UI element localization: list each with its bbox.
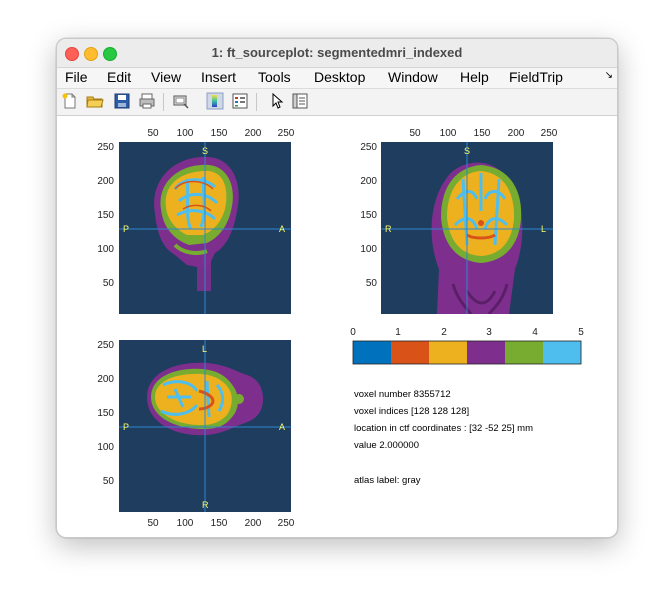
axial-ytick: 100 (97, 442, 114, 453)
sagittal-ytick: 100 (97, 244, 114, 255)
axial-xtick: 250 (278, 518, 295, 529)
colorbar-tick: 5 (578, 327, 584, 338)
sagittal-label-right: A (279, 224, 285, 234)
sagittal-ytick: 200 (97, 176, 114, 187)
axial-slice-axes[interactable]: L R P A 50 100 150 200 250 250 200 150 1… (97, 340, 295, 529)
coronal-ytick: 200 (360, 176, 377, 187)
sagittal-xtick: 50 (147, 128, 159, 139)
coronal-slice-axes[interactable]: S R L 50 100 150 200 250 250 200 150 100… (360, 128, 558, 314)
axial-label-top: L (202, 344, 207, 354)
sagittal-xtick: 200 (245, 128, 262, 139)
colorbar[interactable]: 0 1 2 3 4 5 (350, 327, 584, 365)
coronal-brain-image (431, 162, 523, 314)
coronal-ytick: 250 (360, 142, 377, 153)
axial-label-left: P (123, 422, 129, 432)
axial-xtick: 50 (147, 518, 159, 529)
coronal-ytick: 50 (366, 278, 378, 289)
colorbar-swatch (353, 341, 392, 364)
axial-label-bottom: R (202, 500, 209, 510)
colorbar-tick: 0 (350, 327, 356, 338)
figure-window: 1: ft_sourceplot: segmentedmri_indexed F… (56, 38, 618, 538)
coronal-ytick: 100 (360, 244, 377, 255)
colorbar-swatches (353, 341, 582, 364)
colorbar-tick: 1 (395, 327, 401, 338)
sagittal-ytick: 50 (103, 278, 115, 289)
voxel-indices-text: voxel indices [128 128 128] (354, 406, 470, 417)
sagittal-slice-axes[interactable]: S P A 50 100 150 200 250 250 200 150 100… (97, 128, 295, 314)
axial-xtick: 100 (177, 518, 194, 529)
axial-xtick: 150 (211, 518, 228, 529)
atlas-label-text: atlas label: gray (354, 475, 421, 486)
sagittal-ytick: 150 (97, 210, 114, 221)
coronal-label-right: L (541, 224, 546, 234)
sagittal-label-top: S (202, 146, 208, 156)
colorbar-tick: 2 (441, 327, 447, 338)
axial-ytick: 50 (103, 476, 115, 487)
axial-label-right: A (279, 422, 285, 432)
axial-ytick: 150 (97, 408, 114, 419)
axial-xtick: 200 (245, 518, 262, 529)
colorbar-tick: 4 (532, 327, 538, 338)
coronal-label-left: R (385, 224, 392, 234)
coronal-ytick: 150 (360, 210, 377, 221)
axial-ytick: 200 (97, 374, 114, 385)
sagittal-label-left: P (123, 224, 129, 234)
location-text: location in ctf coordinates : [32 -52 25… (354, 423, 534, 434)
axial-ytick: 250 (97, 340, 114, 351)
colorbar-swatch (429, 341, 468, 364)
colorbar-tick: 3 (486, 327, 492, 338)
sagittal-xtick: 100 (177, 128, 194, 139)
coronal-xtick: 250 (541, 128, 558, 139)
sagittal-xtick: 150 (211, 128, 228, 139)
coronal-xtick: 150 (474, 128, 491, 139)
coronal-xtick: 100 (440, 128, 457, 139)
sagittal-xtick: 250 (278, 128, 295, 139)
colorbar-swatch (505, 341, 544, 364)
coronal-xtick: 200 (508, 128, 525, 139)
colorbar-swatch (543, 341, 582, 364)
coronal-label-top: S (464, 146, 470, 156)
value-text: value 2.000000 (354, 440, 419, 451)
sagittal-ytick: 250 (97, 142, 114, 153)
colorbar-swatch (467, 341, 506, 364)
plot-canvas: S P A 50 100 150 200 250 250 200 150 100… (97, 128, 584, 529)
voxel-number-text: voxel number 8355712 (354, 389, 451, 400)
coronal-xtick: 50 (409, 128, 421, 139)
colorbar-swatch (391, 341, 430, 364)
